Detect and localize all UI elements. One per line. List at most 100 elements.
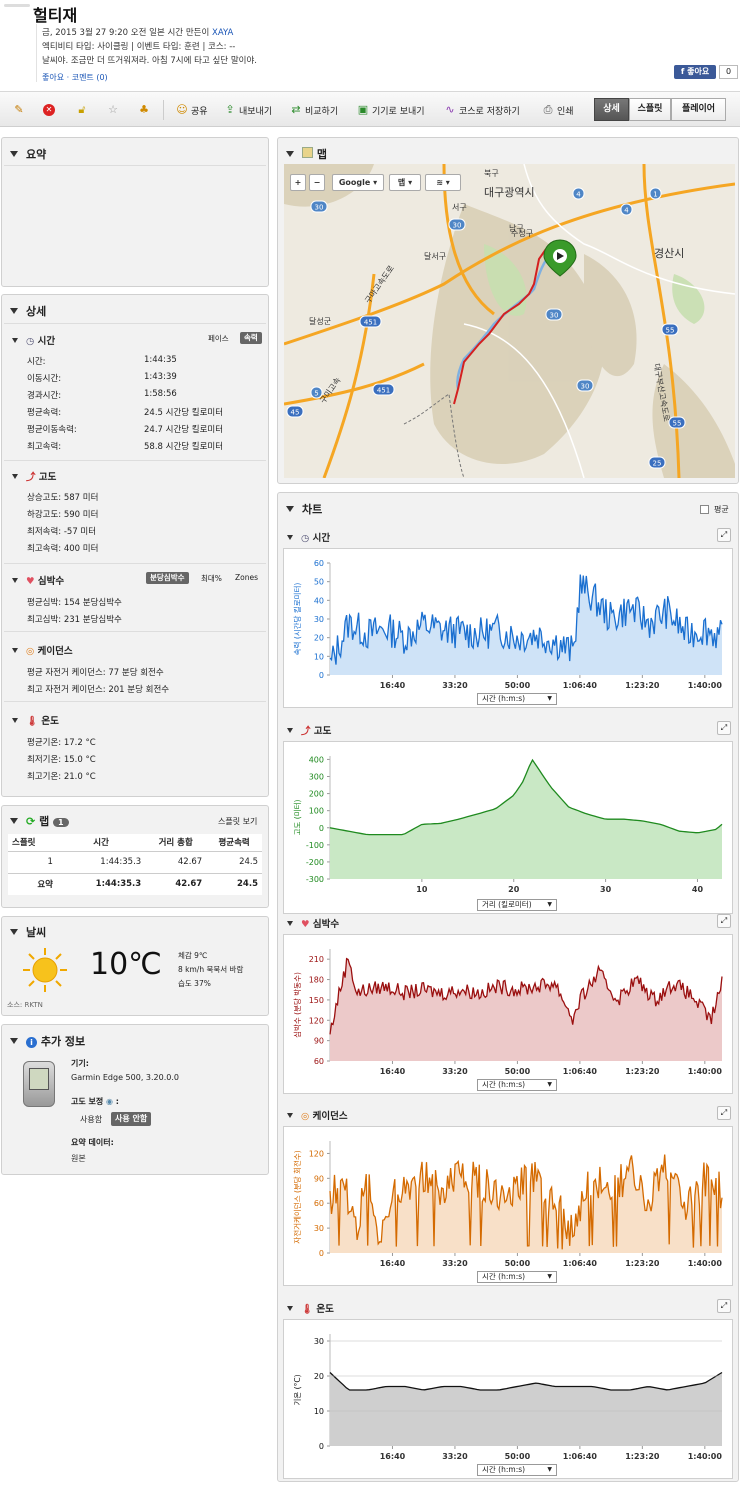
road-shield: 25	[648, 456, 666, 469]
chart-section-title[interactable]: 🌡︎ 온도	[287, 1301, 334, 1315]
y-tick-label: 0	[319, 1442, 324, 1451]
route-map[interactable]: 대구광역시수성구남구달서구구마고속도로달성군경산시북구서구대구부산고속도로구미고…	[284, 164, 735, 478]
chart-section-title[interactable]: ◎ 케이던스	[287, 1108, 348, 1122]
col-time[interactable]: 시간	[56, 834, 146, 852]
svg-text:1: 1	[653, 191, 657, 199]
expand-chart-button[interactable]: ⤢	[717, 528, 731, 542]
charts-title[interactable]: 차트	[286, 501, 322, 517]
y-tick-label: 100	[309, 807, 324, 816]
chart-svg: 0 30 60 90 120 자전거케이던스 (분당 회전수) 16:40 33:20 50:0…	[292, 1141, 723, 1268]
map-type-select[interactable]: 맵 ▾	[389, 174, 421, 191]
heart-icon: ♥	[301, 919, 310, 930]
expand-chart-button[interactable]: ⤢	[717, 1106, 731, 1120]
heartrate-section-title[interactable]: ♥ 심박수	[12, 573, 64, 587]
detail-row: 최저속력: -57 미터	[27, 527, 97, 537]
map-title[interactable]: 맵	[286, 146, 327, 162]
zoom-in-button[interactable]: +	[290, 174, 306, 191]
like-comment-link[interactable]: 좋아요 · 코멘트 (0)	[42, 72, 108, 83]
layers-button[interactable]: ≋ ▾	[425, 174, 461, 191]
detail-value: 24.5 시간당 킬로미터	[144, 408, 224, 418]
expand-chart-button[interactable]: ⤢	[717, 914, 731, 928]
x-tick-label: 10	[416, 885, 428, 894]
details-title[interactable]: 상세	[10, 303, 46, 319]
summary-title[interactable]: 요약	[10, 146, 46, 162]
divider	[4, 460, 266, 461]
help-icon[interactable]: ◉	[106, 1097, 113, 1106]
max-percent-tab[interactable]: 최대%	[201, 573, 222, 584]
x-axis-select[interactable]: 시간 (h:m:s)	[477, 1271, 557, 1283]
export-button[interactable]: ⇪ 내보내기	[224, 101, 272, 119]
split-view-link[interactable]: 스플릿 보기	[218, 816, 257, 827]
chart-section-title[interactable]: ⤴ 고도	[287, 723, 331, 737]
weather-source: 소스: RKTN	[7, 1001, 43, 1009]
activity-date: 금, 2015 3월 27 9:20 오전 일본 시간 만든이	[42, 28, 210, 38]
svg-text:30: 30	[581, 383, 590, 391]
cadence-section-title[interactable]: ◎ 케이던스	[12, 643, 73, 657]
y-tick-label: 60	[314, 1057, 324, 1066]
table-row: 1 1:44:35.3 42.67 24.5	[8, 851, 262, 873]
correction-on[interactable]: 사용함	[80, 1114, 102, 1125]
view-detail-button[interactable]: 상세	[594, 98, 629, 121]
print-icon: ⎙	[543, 103, 553, 116]
correction-off[interactable]: 사용 안함	[111, 1112, 152, 1126]
chart-svg: 60 90 120 150 180 210 심박수 (분당 박동수) 16:40 33:20 50…	[292, 949, 723, 1076]
map-provider-select[interactable]: Google ▾	[332, 174, 384, 191]
fb-like-label: 좋아요	[687, 67, 710, 76]
y-tick-label: 50	[314, 578, 324, 587]
facebook-icon: f	[680, 67, 685, 76]
delete-icon[interactable]: ✕	[43, 101, 55, 119]
weather-title[interactable]: 날씨	[10, 924, 46, 940]
speed-tab[interactable]: 속력	[240, 332, 262, 344]
elevation-section-title[interactable]: ⤴ 고도	[12, 469, 56, 483]
bpm-tab[interactable]: 분당심박수	[146, 572, 189, 584]
x-tick-label: 1:40:00	[688, 681, 723, 690]
road-shield: 30	[545, 308, 563, 321]
time-section-title[interactable]: ◷ 시간	[12, 333, 55, 347]
extra-info-title[interactable]: i 추가 정보	[10, 1033, 85, 1049]
chart-section-title[interactable]: ♥ 심박수	[287, 916, 339, 930]
road-shield: 4	[620, 203, 633, 216]
x-tick-label: 50:00	[505, 1259, 531, 1268]
pace-tab[interactable]: 페이스	[208, 333, 229, 344]
clock-icon: ◷	[26, 336, 35, 347]
average-checkbox[interactable]	[700, 505, 709, 514]
chart-title: 시간	[312, 533, 331, 544]
col-split[interactable]: 스플릿	[8, 834, 57, 852]
view-split-button[interactable]: 스플릿	[629, 98, 671, 121]
detail-label: 평균속력:	[27, 408, 62, 418]
chart-section-title[interactable]: ◷ 시간	[287, 530, 330, 544]
expand-chart-button[interactable]: ⤢	[717, 1299, 731, 1313]
temperature-section-title[interactable]: 🌡︎ 온도	[12, 713, 59, 727]
detail-row: 최고속력: 400 미터	[27, 544, 99, 554]
zones-tab[interactable]: Zones	[235, 573, 258, 582]
road-shield: 451	[359, 315, 382, 328]
x-axis-select[interactable]: 시간 (h:m:s)	[477, 1464, 557, 1476]
device-name: Garmin Edge 500, 3.20.0.0	[71, 1073, 179, 1082]
share-button[interactable]: ☺ 공유	[176, 101, 207, 119]
zoom-out-button[interactable]: −	[309, 174, 325, 191]
edit-icon[interactable]: ✎	[13, 101, 25, 119]
view-player-button[interactable]: 플레이어	[671, 98, 726, 121]
user-link[interactable]: XAYA	[212, 28, 233, 38]
laps-title[interactable]: ⟳ 랩 1	[10, 813, 69, 829]
col-distance[interactable]: 거리 총합	[145, 834, 207, 852]
expand-chart-button[interactable]: ⤢	[717, 721, 731, 735]
send-device-button[interactable]: ▣ 기기로 보내기	[357, 101, 425, 119]
badge-icon[interactable]: ♣	[138, 101, 150, 119]
print-button[interactable]: ⎙ 인쇄	[542, 101, 574, 119]
col-avg-speed[interactable]: 평균속력	[206, 834, 262, 852]
x-axis-select[interactable]: 시간 (h:m:s)	[477, 1079, 557, 1091]
x-axis-select[interactable]: 시간 (h:m:s)	[477, 693, 557, 705]
lock-icon[interactable]: 🔓︎	[76, 101, 88, 119]
facebook-like-button[interactable]: f 좋아요	[674, 65, 716, 79]
x-tick-label: 1:23:20	[625, 1452, 660, 1461]
road-shield: 45	[286, 405, 304, 418]
x-axis-select[interactable]: 거리 (킬로미터)	[477, 899, 557, 911]
avatar	[4, 4, 30, 7]
star-icon[interactable]: ☆	[107, 101, 119, 119]
map-label: 달성군	[309, 317, 331, 326]
save-course-button[interactable]: ∿ 코스로 저장하기	[444, 101, 519, 119]
compare-button[interactable]: ⇄ 비교하기	[290, 101, 338, 119]
y-axis-label: 고도 (미터)	[293, 800, 302, 836]
elevation-icon: ⤴	[301, 726, 311, 737]
